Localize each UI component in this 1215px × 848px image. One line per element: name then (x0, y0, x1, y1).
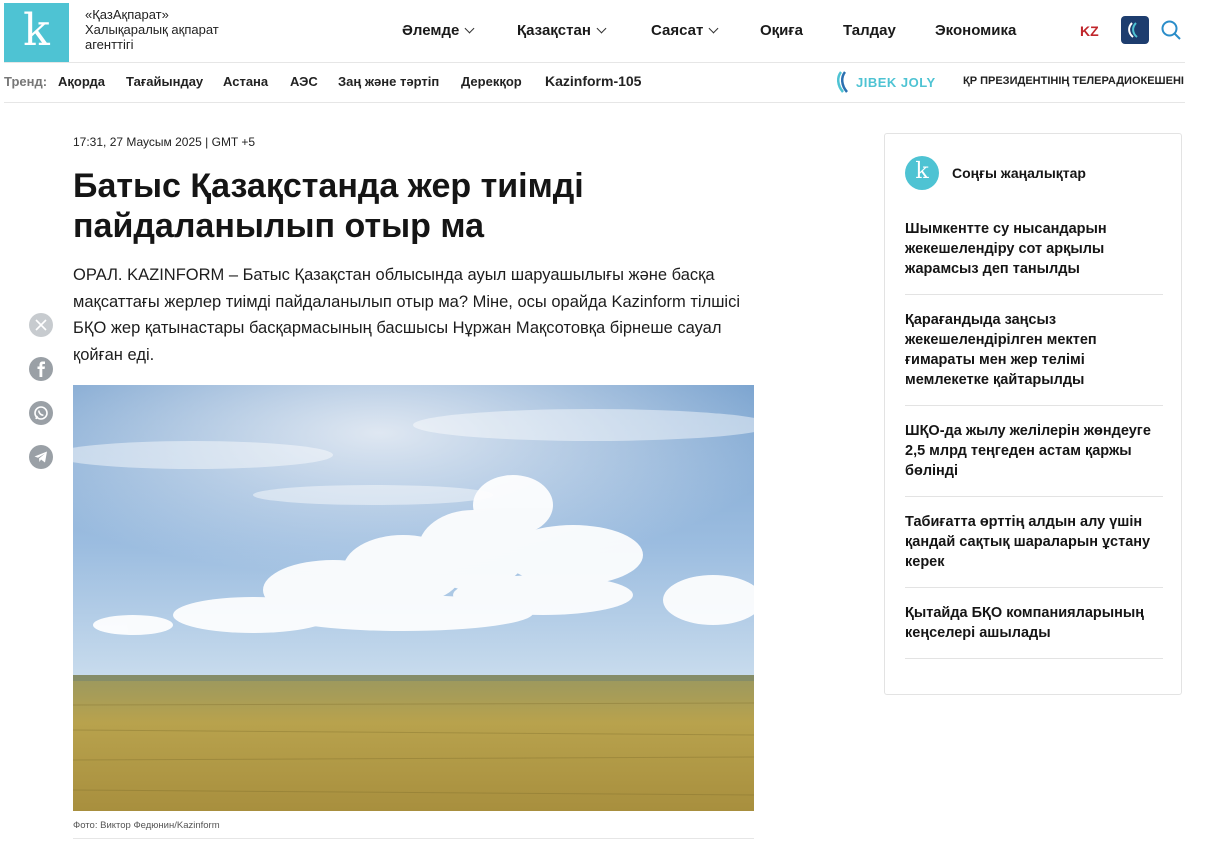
news-item[interactable]: Шымкентте су нысандарын жекешелендіру со… (905, 219, 1163, 279)
caption-divider (73, 838, 754, 839)
nav-item-politics[interactable]: Саясат (651, 22, 719, 39)
x-icon[interactable] (29, 313, 53, 337)
trend-item[interactable]: Дерекқор (461, 74, 522, 89)
logo-letter: k (23, 5, 50, 56)
chevron-down-icon (708, 23, 719, 34)
nav-item-economy[interactable]: Экономика (935, 22, 1016, 39)
site-logo[interactable]: k (4, 3, 69, 63)
article-lead: ОРАЛ. KAZINFORM – Батыс Қазақстан облысы… (73, 266, 741, 364)
trend-item[interactable]: Kazinform-105 (545, 73, 641, 89)
kazinform-logo-icon: k (905, 156, 939, 190)
trend-item[interactable]: Заң және тәртіп (338, 74, 439, 89)
brand-name: «ҚазАқпарат» (85, 7, 169, 22)
chevron-down-icon (464, 23, 475, 34)
sidebar-title: Соңғы жаңалықтар (952, 165, 1086, 181)
news-divider (905, 294, 1163, 295)
news-item[interactable]: Қытайда БҚО компанияларының кеңселері аш… (905, 603, 1163, 643)
article-photo (73, 385, 754, 811)
facebook-icon[interactable] (29, 357, 53, 381)
jibek-joly-label: JIBEK JOLY (856, 74, 936, 90)
trend-divider (4, 102, 1185, 103)
latest-news-sidebar: k Соңғы жаңалықтар Шымкентте су нысандар… (884, 133, 1182, 695)
language-switch[interactable]: KZ (1080, 23, 1099, 39)
brand-text[interactable]: «ҚазАқпарат» Халықаралық ақпарат агентті… (85, 7, 245, 52)
photo-caption: Фото: Виктор Федюнин/Kazinform (73, 820, 220, 831)
news-item[interactable]: Табиғатта өрттің алдын алу үшін қандай с… (905, 512, 1163, 572)
article-datetime: 17:31, 27 Маусым 2025 | GMT +5 (73, 135, 256, 149)
article-title: Батыс Қазақстанда жер тиімді пайдаланылы… (73, 167, 584, 245)
whatsapp-icon[interactable] (29, 401, 53, 425)
trend-item[interactable]: Астана (223, 74, 268, 89)
telegram-icon[interactable] (29, 445, 53, 469)
jibek-joly-tv-icon[interactable] (1121, 16, 1149, 44)
news-item[interactable]: Қарағандыда заңсыз жекешелендірілген мек… (905, 310, 1163, 390)
brand-subtitle: Халықаралық ақпарат агенттігі (85, 22, 219, 52)
news-item[interactable]: ШҚО-да жылу желілерін жөндеуге 2,5 млрд … (905, 421, 1163, 481)
nav-item-world[interactable]: Әлемде (402, 22, 475, 39)
nav-item-analysis[interactable]: Талдау (843, 22, 896, 39)
news-divider (905, 587, 1163, 588)
news-divider (905, 405, 1163, 406)
trend-item[interactable]: Ақорда (58, 74, 105, 89)
trend-item[interactable]: АЭС (290, 74, 318, 89)
trend-label: Тренд: (4, 74, 48, 89)
jibek-joly-icon (837, 71, 848, 93)
jibek-joly-link[interactable]: JIBEK JOLY (836, 71, 936, 93)
chevron-down-icon (596, 23, 607, 34)
search-icon[interactable] (1161, 20, 1181, 40)
news-divider (905, 496, 1163, 497)
tv-complex-link[interactable]: ҚР ПРЕЗИДЕНТІНІҢ ТЕЛЕРАДИОКЕШЕНІ (963, 75, 1184, 87)
nav-item-kazakhstan[interactable]: Қазақстан (517, 22, 607, 39)
header-divider (4, 62, 1185, 63)
news-divider (905, 658, 1163, 659)
trend-item[interactable]: Тағайындау (126, 74, 203, 89)
nav-item-incident[interactable]: Оқиға (760, 22, 803, 39)
